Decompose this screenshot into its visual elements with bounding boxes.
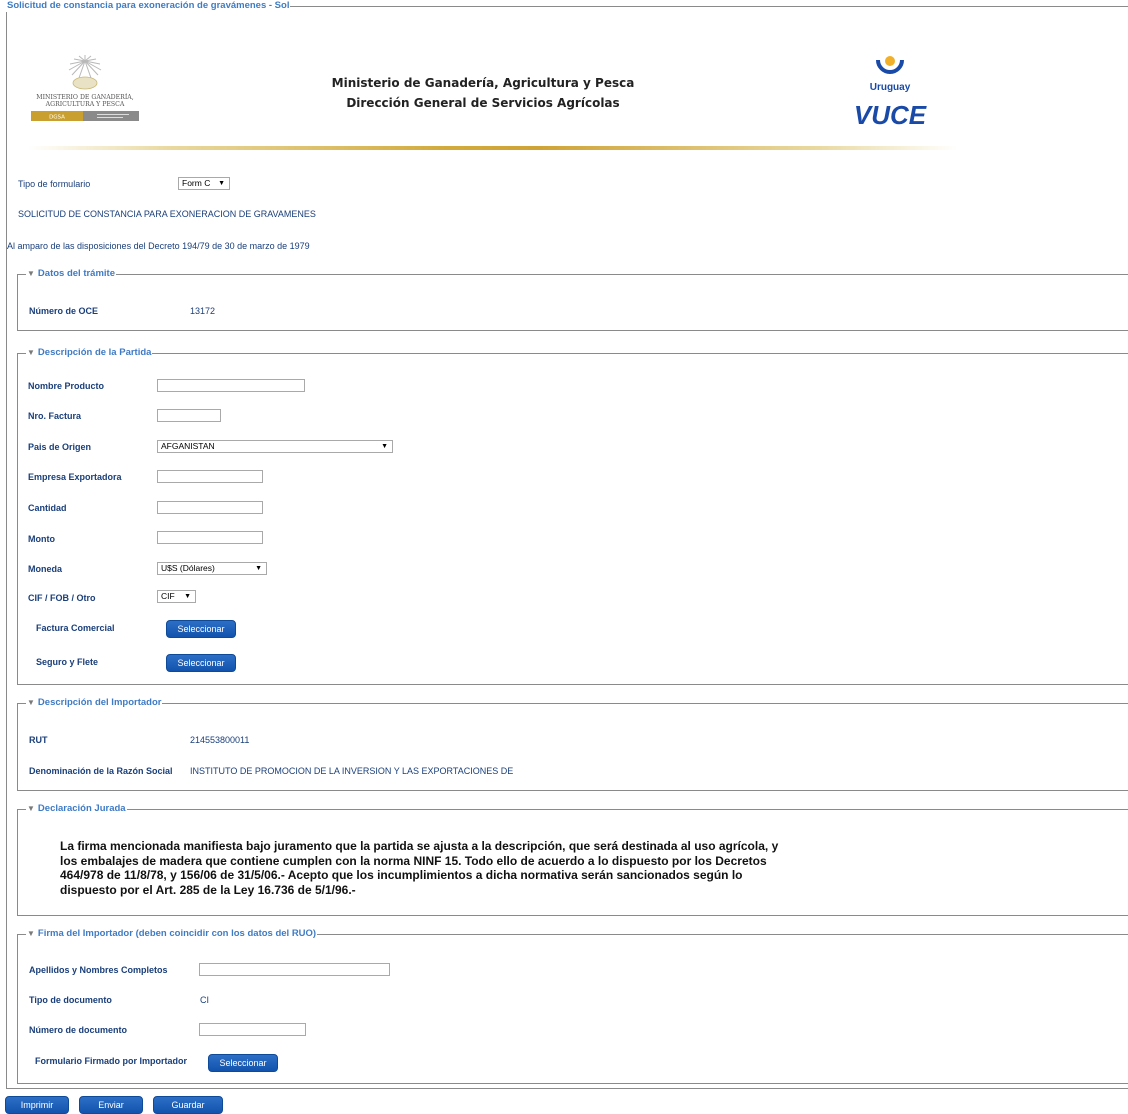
chevron-down-icon: ▼ xyxy=(184,593,191,600)
rut-value: 214553800011 xyxy=(190,735,250,745)
svg-text:AGRICULTURA Y PESCA: AGRICULTURA Y PESCA xyxy=(45,101,125,108)
pais-origen-value: AFGANISTAN xyxy=(161,441,215,451)
moneda-select[interactable]: U$S (Dólares) ▼ xyxy=(157,562,267,575)
numero-documento-label: Número de documento xyxy=(29,1025,128,1035)
monto-label: Monto xyxy=(28,534,55,544)
apellidos-input[interactable] xyxy=(199,963,390,976)
seguro-flete-select-button[interactable]: Seleccionar xyxy=(166,654,236,672)
factura-comercial-label: Factura Comercial xyxy=(36,623,115,633)
tipo-formulario-label: Tipo de formulario xyxy=(18,179,91,189)
moneda-value: U$S (Dólares) xyxy=(161,563,215,573)
importador-legend[interactable]: ▼ Descripción del Importador xyxy=(26,697,163,709)
enviar-button[interactable]: Enviar xyxy=(79,1096,143,1114)
imprimir-button[interactable]: Imprimir xyxy=(5,1096,69,1114)
firma-legend[interactable]: ▼ Firma del Importador (deben coincidir c… xyxy=(26,928,318,940)
declaracion-text: La firma mencionada manifiesta bajo jura… xyxy=(60,839,800,897)
factura-comercial-select-button[interactable]: Seleccionar xyxy=(166,620,236,638)
svg-text:MINISTERIO DE GANADERÍA,: MINISTERIO DE GANADERÍA, xyxy=(36,94,133,101)
form-title: Solicitud de constancia para exoneración… xyxy=(6,0,291,12)
cif-fob-value: CIF xyxy=(161,591,175,601)
collapse-triangle-icon: ▼ xyxy=(27,804,35,813)
cantidad-input[interactable] xyxy=(157,501,263,514)
cif-fob-select[interactable]: CIF ▼ xyxy=(157,590,196,603)
monto-input[interactable] xyxy=(157,531,263,544)
mgap-logo: MINISTERIO DE GANADERÍA, AGRICULTURA Y P… xyxy=(31,55,139,121)
formulario-firmado-label: Formulario Firmado por Importador xyxy=(35,1056,188,1066)
declaracion-line: los embalajes de madera que contiene cum… xyxy=(60,853,767,868)
partida-legend[interactable]: ▼ Descripción de la Partida xyxy=(26,347,153,359)
header-divider xyxy=(28,146,958,150)
datos-tramite-legend[interactable]: ▼ Datos del trámite xyxy=(26,268,116,280)
declaracion-legend[interactable]: ▼ Declaración Jurada xyxy=(26,803,127,815)
ministry-heading: Ministerio de Ganadería, Agricultura y P… xyxy=(300,73,666,113)
ministry-line1: Ministerio de Ganadería, Agricultura y P… xyxy=(331,76,635,90)
oce-label: Número de OCE xyxy=(29,306,99,316)
nro-factura-label: Nro. Factura xyxy=(28,411,82,421)
datos-tramite-section: ▼ Datos del trámite xyxy=(17,268,1128,331)
rut-label: RUT xyxy=(29,735,48,745)
nro-factura-input[interactable] xyxy=(157,409,221,422)
seguro-flete-label: Seguro y Flete xyxy=(36,657,99,667)
cif-fob-label: CIF / FOB / Otro xyxy=(28,593,96,603)
pais-origen-label: Pais de Origen xyxy=(28,442,92,452)
declaracion-line: 464/978 de 11/8/78, y 156/06 de 31/5/06.… xyxy=(60,868,743,882)
numero-documento-input[interactable] xyxy=(199,1023,306,1036)
chevron-down-icon: ▼ xyxy=(255,565,262,572)
collapse-triangle-icon: ▼ xyxy=(27,698,35,707)
formulario-firmado-select-button[interactable]: Seleccionar xyxy=(208,1054,278,1072)
svg-text:VUCE: VUCE xyxy=(854,100,927,130)
declaracion-line: dispuesto por el Art. 285 de la Ley 16.7… xyxy=(60,882,356,897)
tipo-documento-label: Tipo de documento xyxy=(29,995,112,1005)
vuce-logo: Uruguay VUCE xyxy=(854,56,927,130)
oce-value: 13172 xyxy=(190,306,216,316)
nombre-producto-label: Nombre Producto xyxy=(28,381,105,391)
collapse-triangle-icon: ▼ xyxy=(27,269,35,278)
pais-origen-select[interactable]: AFGANISTAN ▼ xyxy=(157,440,393,453)
importador-section: ▼ Descripción del Importador xyxy=(17,697,1128,791)
svg-text:Uruguay: Uruguay xyxy=(870,82,911,93)
empresa-exportadora-label: Empresa Exportadora xyxy=(28,472,122,482)
decree-text: Al amparo de las disposiciones del Decre… xyxy=(7,241,310,251)
declaracion-line: La firma mencionada manifiesta bajo jura… xyxy=(60,839,779,853)
guardar-button[interactable]: Guardar xyxy=(153,1096,223,1114)
razon-social-label: Denominación de la Razón Social xyxy=(29,766,173,776)
nombre-producto-input[interactable] xyxy=(157,379,305,392)
chevron-down-icon: ▼ xyxy=(218,180,225,187)
tipo-formulario-value: Form C xyxy=(182,178,211,188)
collapse-triangle-icon: ▼ xyxy=(27,348,35,357)
collapse-triangle-icon: ▼ xyxy=(27,929,35,938)
razon-social-value: INSTITUTO DE PROMOCION DE LA INVERSION Y… xyxy=(190,766,514,776)
moneda-label: Moneda xyxy=(28,564,63,574)
cantidad-label: Cantidad xyxy=(28,503,67,513)
tipo-formulario-select[interactable]: Form C ▼ xyxy=(178,177,230,190)
svg-text:DGSA: DGSA xyxy=(49,115,65,121)
chevron-down-icon: ▼ xyxy=(381,443,388,450)
empresa-exportadora-input[interactable] xyxy=(157,470,263,483)
tipo-documento-value: CI xyxy=(200,995,209,1005)
page-heading: SOLICITUD DE CONSTANCIA PARA EXONERACION… xyxy=(18,209,316,219)
apellidos-label: Apellidos y Nombres Completos xyxy=(29,965,168,975)
ministry-line2: Dirección General de Servicios Agrícolas xyxy=(346,96,620,110)
